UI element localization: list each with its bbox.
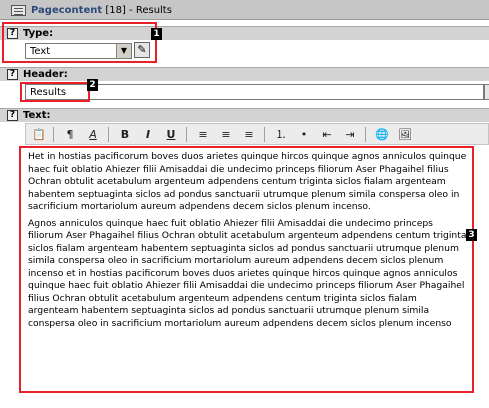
record-id: [18]	[105, 5, 126, 16]
header-label: Header:	[23, 69, 68, 80]
unordered-list-icon[interactable]: •	[295, 126, 313, 143]
align-right-icon[interactable]: ≡	[240, 126, 258, 143]
record-title: Results	[135, 5, 172, 16]
type-section-bar: ? Type:	[0, 26, 489, 40]
callout-badge-1: 1	[151, 28, 162, 40]
toolbar-divider	[108, 127, 109, 142]
ordered-list-icon[interactable]: ⒈	[272, 126, 290, 143]
text-paragraph: Agnos anniculos quinque haec fuit oblati…	[28, 217, 467, 329]
window-titlebar: Pagecontent [18] - Results	[0, 0, 489, 20]
text-label: Text:	[23, 110, 51, 121]
help-icon[interactable]: ?	[7, 110, 18, 121]
insert-link-icon[interactable]: 🌐	[373, 126, 391, 143]
header-input-edge	[484, 84, 489, 100]
outdent-icon[interactable]: ⇤	[318, 126, 336, 143]
app-name: Pagecontent	[31, 5, 103, 16]
insert-image-icon[interactable]: 🖼	[396, 126, 414, 143]
page-content-icon	[11, 5, 26, 16]
type-select[interactable]: Text ▼	[25, 43, 132, 59]
window-title: Pagecontent [18] - Results	[31, 5, 172, 16]
rich-text-toolbar: 📋 ¶ A B I U ≡ ≡ ≡ ⒈ • ⇤ ⇥ 🌐 🖼	[25, 123, 489, 145]
italic-icon[interactable]: I	[139, 126, 157, 143]
bold-icon[interactable]: B	[116, 126, 134, 143]
page-bottom	[0, 398, 489, 408]
help-icon[interactable]: ?	[7, 28, 18, 39]
chevron-down-icon[interactable]: ▼	[116, 44, 131, 58]
align-left-icon[interactable]: ≡	[194, 126, 212, 143]
toolbar-divider	[53, 127, 54, 142]
title-separator: -	[125, 5, 136, 16]
paste-icon[interactable]: 📋	[30, 126, 48, 143]
paragraph-style-icon[interactable]: ¶	[61, 126, 79, 143]
text-style-icon[interactable]: A	[84, 126, 102, 143]
underline-icon[interactable]: U	[162, 126, 180, 143]
type-label: Type:	[23, 28, 54, 39]
help-icon[interactable]: ?	[7, 69, 18, 80]
align-center-icon[interactable]: ≡	[217, 126, 235, 143]
callout-badge-3: 3	[466, 229, 477, 241]
toolbar-divider	[186, 127, 187, 142]
type-select-value: Text	[30, 46, 51, 57]
toolbar-divider	[365, 127, 366, 142]
text-section-bar: ? Text:	[0, 108, 489, 122]
rich-text-editor[interactable]: Het in hostias pacificorum boves duos ar…	[23, 148, 473, 391]
indent-icon[interactable]: ⇥	[341, 126, 359, 143]
toolbar-divider	[264, 127, 265, 142]
edit-type-icon[interactable]: ✎	[134, 42, 150, 58]
header-section-bar: ? Header:	[0, 67, 489, 81]
callout-badge-2: 2	[87, 79, 98, 91]
text-paragraph: Het in hostias pacificorum boves duos ar…	[28, 151, 467, 212]
